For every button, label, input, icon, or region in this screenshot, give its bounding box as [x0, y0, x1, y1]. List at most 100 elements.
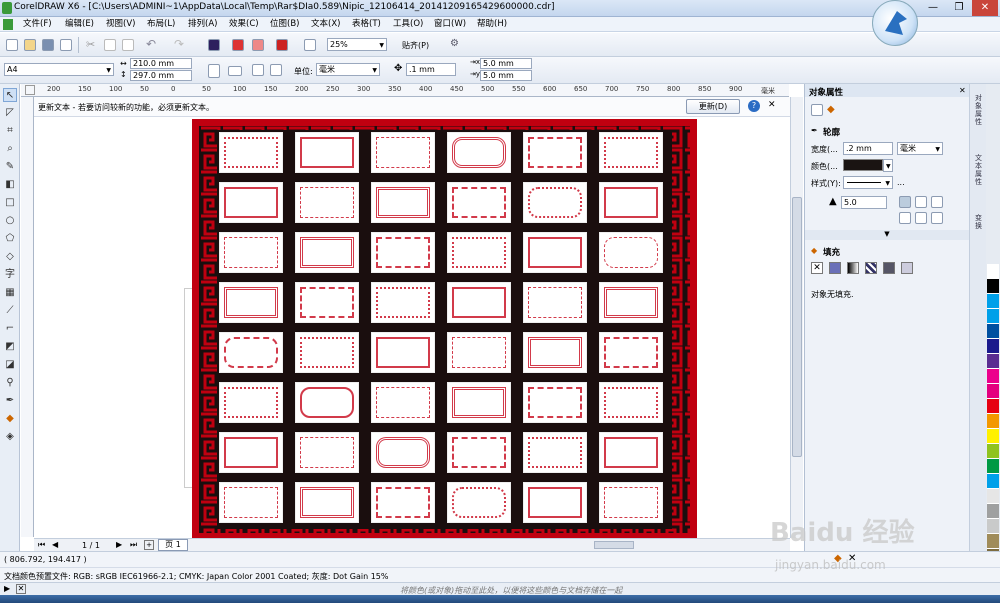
- docker-close-icon[interactable]: ✕: [959, 86, 966, 95]
- corner-miter-icon[interactable]: [899, 196, 911, 208]
- tab-text-properties[interactable]: 文本属性: [972, 154, 985, 186]
- connector-tool-icon[interactable]: ⌐: [3, 322, 17, 336]
- corner-round-icon[interactable]: [915, 196, 927, 208]
- page-width-input[interactable]: 210.0 mm: [130, 58, 192, 69]
- restore-button[interactable]: ❐: [946, 0, 972, 16]
- outline-color-swatch[interactable]: [843, 159, 883, 171]
- frame-thumbnail[interactable]: [219, 382, 283, 423]
- palette-color-swatch[interactable]: [987, 294, 999, 309]
- import-icon[interactable]: [208, 39, 220, 51]
- polygon-tool-icon[interactable]: ⬠: [3, 232, 17, 246]
- palette-color-swatch[interactable]: [987, 279, 999, 294]
- table-tool-icon[interactable]: ▦: [3, 286, 17, 300]
- frame-thumbnail[interactable]: [599, 132, 663, 173]
- frame-thumbnail[interactable]: [295, 432, 359, 473]
- current-page-icon[interactable]: [270, 64, 282, 76]
- app-launcher-icon[interactable]: [276, 39, 288, 51]
- more-styles-button[interactable]: ...: [897, 178, 905, 187]
- ruler-origin-icon[interactable]: [25, 85, 35, 95]
- tab-transform[interactable]: 变换: [972, 214, 985, 230]
- page-tab[interactable]: 页 1: [158, 539, 188, 551]
- export-icon[interactable]: [232, 39, 244, 51]
- next-page-icon[interactable]: ▶: [116, 540, 122, 549]
- cap-round-icon[interactable]: [915, 212, 927, 224]
- palette-color-swatch[interactable]: [987, 429, 999, 444]
- new-icon[interactable]: [6, 39, 18, 51]
- frame-thumbnail[interactable]: [219, 232, 283, 273]
- vertical-scroll-thumb[interactable]: [792, 197, 802, 457]
- frame-thumbnail[interactable]: [599, 482, 663, 523]
- pattern-fill-icon[interactable]: [865, 262, 877, 274]
- redo-icon[interactable]: ↷: [174, 37, 184, 51]
- cap-square-icon[interactable]: [931, 212, 943, 224]
- palette-color-swatch[interactable]: [987, 519, 999, 534]
- paste-icon[interactable]: [122, 39, 134, 51]
- outline-tab-icon[interactable]: [811, 104, 823, 116]
- palette-color-swatch[interactable]: [987, 489, 999, 504]
- palette-color-swatch[interactable]: [987, 534, 999, 549]
- first-page-icon[interactable]: ⏮: [38, 540, 45, 550]
- palette-color-swatch[interactable]: [987, 399, 999, 414]
- frame-thumbnail[interactable]: [523, 182, 587, 223]
- color-profile-text[interactable]: 文档颜色预置文件: RGB: sRGB IEC61966-2.1; CMYK: …: [4, 571, 388, 582]
- frame-thumbnail[interactable]: [371, 382, 435, 423]
- frame-thumbnail[interactable]: [447, 432, 511, 473]
- palette-color-swatch[interactable]: [987, 339, 999, 354]
- vertical-ruler[interactable]: [21, 97, 34, 537]
- frame-thumbnail[interactable]: [371, 332, 435, 373]
- zoom-tool-icon[interactable]: ⌕: [3, 142, 17, 156]
- frame-thumbnail[interactable]: [295, 482, 359, 523]
- frame-thumbnail[interactable]: [523, 232, 587, 273]
- frame-thumbnail[interactable]: [371, 232, 435, 273]
- outline-unit-select[interactable]: 毫米 ▼: [897, 142, 943, 155]
- frame-thumbnail[interactable]: [599, 282, 663, 323]
- frame-thumbnail[interactable]: [447, 482, 511, 523]
- frame-thumbnail[interactable]: [219, 282, 283, 323]
- palette-color-swatch[interactable]: [987, 369, 999, 384]
- print-icon[interactable]: [60, 39, 72, 51]
- texture-fill-icon[interactable]: [883, 262, 895, 274]
- outline-color-dropdown[interactable]: ▼: [883, 159, 893, 172]
- interactive-fill-icon[interactable]: ◈: [3, 430, 17, 444]
- uniform-fill-icon[interactable]: [829, 262, 841, 274]
- miter-limit-input[interactable]: 5.0: [841, 196, 887, 209]
- frame-thumbnail[interactable]: [371, 482, 435, 523]
- frame-thumbnail[interactable]: [523, 482, 587, 523]
- frame-thumbnail[interactable]: [599, 382, 663, 423]
- add-page-icon[interactable]: +: [144, 540, 154, 550]
- palette-color-swatch[interactable]: [987, 264, 999, 279]
- notice-close-icon[interactable]: ✕: [768, 100, 776, 110]
- horizontal-ruler[interactable]: 200 150 100 50 0 50 100 150 200 250 300 350 400 450 50…: [21, 84, 789, 97]
- menu-edit[interactable]: 编辑(E): [62, 18, 97, 31]
- palette-color-swatch[interactable]: [987, 444, 999, 459]
- cut-icon[interactable]: ✂: [86, 38, 95, 51]
- frame-thumbnail[interactable]: [219, 132, 283, 173]
- menu-file[interactable]: 文件(F): [20, 18, 55, 31]
- zoom-level-select[interactable]: 25% ▼: [327, 38, 387, 51]
- cap-butt-icon[interactable]: [899, 212, 911, 224]
- horizontal-scroll-thumb[interactable]: [594, 541, 634, 549]
- frame-thumbnail[interactable]: [371, 282, 435, 323]
- frame-thumbnail[interactable]: [371, 132, 435, 173]
- frame-thumbnail[interactable]: [219, 482, 283, 523]
- palette-color-swatch[interactable]: [987, 354, 999, 369]
- save-icon[interactable]: [42, 39, 54, 51]
- menu-tools[interactable]: 工具(O): [390, 18, 426, 31]
- landscape-icon[interactable]: [228, 66, 242, 76]
- menu-bitmaps[interactable]: 位图(B): [267, 18, 302, 31]
- corner-bevel-icon[interactable]: [931, 196, 943, 208]
- transparency-tool-icon[interactable]: ◪: [3, 358, 17, 372]
- palette-color-swatch[interactable]: [987, 474, 999, 489]
- basic-shapes-icon[interactable]: ◇: [3, 250, 17, 264]
- frame-thumbnail[interactable]: [599, 182, 663, 223]
- open-icon[interactable]: [24, 39, 36, 51]
- duplicate-distance-y-input[interactable]: 5.0 mm: [480, 70, 532, 81]
- minimize-button[interactable]: —: [920, 0, 946, 16]
- postscript-fill-icon[interactable]: [901, 262, 913, 274]
- frame-thumbnail[interactable]: [599, 432, 663, 473]
- frame-thumbnail[interactable]: [523, 382, 587, 423]
- palette-color-swatch[interactable]: [987, 309, 999, 324]
- help-icon[interactable]: ?: [748, 100, 760, 112]
- text-tool-icon[interactable]: 字: [3, 268, 17, 282]
- menu-layout[interactable]: 布局(L): [144, 18, 178, 31]
